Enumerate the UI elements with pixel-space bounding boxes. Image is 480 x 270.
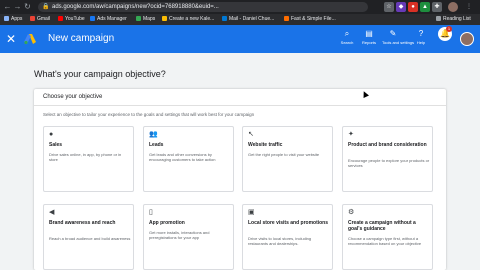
reports-button[interactable]: ▤ Reports [358,28,380,52]
lock-icon: 🔒 [42,4,50,10]
objective-description: Encourage people to explore your product… [348,158,430,168]
profile-avatar[interactable] [448,2,458,12]
megaphone-icon: ◀ [49,209,55,216]
help-icon: ? [418,29,424,38]
google-ads-logo [24,34,36,44]
reports-icon: ▤ [365,29,373,38]
objective-title: Sales [49,142,63,148]
objective-title: Create a campaign without a goal's guida… [348,220,416,232]
sell-tag-icon: ● [49,131,54,138]
tools-button[interactable]: ✎ Tools and settings [382,28,414,52]
objective-description: Get more installs, interactions and prer… [149,230,210,240]
objective-description: Drive sales online, in app, by phone or … [49,152,122,162]
objective-card: Choose your objective Select an objectiv… [34,89,446,270]
extension-icon[interactable]: ● [408,2,418,12]
close-icon[interactable]: ✕ [6,31,16,47]
app-phone-icon: ▯ [149,209,153,216]
divider [34,105,446,106]
leads-people-icon: 👥 [149,131,158,138]
reading-list-icon [436,16,441,22]
back-icon[interactable]: ← [3,2,12,12]
apps-grid-icon [4,16,9,22]
page-title: New campaign [48,33,115,44]
bookmark-youtube[interactable]: YouTube [58,15,85,24]
help-button[interactable]: ? Help [410,28,432,52]
objective-title: Website traffic [248,142,283,148]
objective-website-traffic[interactable]: ↖ Website traffic Get the right people t… [242,126,333,192]
store-icon: ▣ [248,209,255,216]
account-avatar[interactable] [460,32,474,46]
bookmark-file[interactable]: Fast & Simple File... [284,15,336,24]
browser-toolbar: ← → ↻ 🔒 ads.google.com/aw/campaigns/new?… [0,0,480,14]
bookmark-kale[interactable]: Create a new Kale... [162,15,214,24]
objective-description: Drive visits to local stores, including … [248,236,312,246]
search-button[interactable]: ⌕ Search [336,28,358,52]
reading-list[interactable]: Reading List [436,15,471,24]
mail-icon [222,16,227,22]
more-menu-icon[interactable]: ⋮ [464,2,474,12]
puzzle-icon[interactable]: ✚ [432,2,442,12]
objective-title: Leads [149,142,164,148]
wrench-icon: ✎ [389,29,397,38]
url-text: ads.google.com/aw/campaigns/new?ocid=768… [52,4,219,10]
objective-sales[interactable]: ● Sales Drive sales online, in app, by p… [43,126,134,192]
file-icon [284,16,289,22]
extension-icon[interactable]: ◆ [396,2,406,12]
bookmark-apps[interactable]: Apps [4,15,22,24]
gmail-icon [30,16,35,22]
bookmarks-bar: Apps Gmail YouTube Ads Manager Maps Crea… [0,14,480,25]
gear-icon: ⚙ [348,209,355,216]
bookmark-gmail[interactable]: Gmail [30,15,50,24]
bookmark-icon [162,16,167,22]
youtube-icon [58,16,63,22]
objective-title: App promotion [149,220,185,226]
bookmark-mail[interactable]: Mail - Daniel Chue... [222,15,274,24]
sparkle-icon: ✦ [348,131,354,138]
cursor-click-icon: ↖ [248,131,254,138]
card-title: Choose your objective [43,94,103,100]
instruction-text: Select an objective to tailor your exper… [43,112,255,117]
objective-no-goal-guidance[interactable]: ⚙ Create a campaign without a goal's gui… [342,204,433,270]
notification-badge: 1 [446,26,452,32]
objective-app-promotion[interactable]: ▯ App promotion Get more installs, inter… [143,204,234,270]
extension-icon[interactable]: ▲ [420,2,430,12]
star-icon[interactable]: ☆ [384,2,394,12]
objective-description: Get leads and other conversions by encou… [149,152,216,162]
objective-description: Choose a campaign type first, without a … [348,236,422,246]
objective-description: Reach a broad audience and build awarene… [49,236,131,241]
address-bar[interactable]: 🔒 ads.google.com/aw/campaigns/new?ocid=7… [38,2,368,12]
forward-icon[interactable]: → [13,2,22,12]
objective-title: Local store visits and promotions [248,220,329,226]
objective-leads[interactable]: 👥 Leads Get leads and other conversions … [143,126,234,192]
objective-brand-awareness[interactable]: ◀ Brand awareness and reach Reach a broa… [43,204,134,270]
reload-icon[interactable]: ↻ [23,2,32,12]
objective-local-store-visits[interactable]: ▣ Local store visits and promotions Driv… [242,204,333,270]
objective-title: Brand awareness and reach [49,220,116,226]
bookmark-maps[interactable]: Maps [136,15,155,24]
bookmark-ads-manager[interactable]: Ads Manager [90,15,127,24]
maps-icon [136,16,141,22]
app-header: ✕ New campaign ⌕ Search ▤ Reports ✎ Tool… [0,25,480,53]
objective-description: Get the right people to visit your websi… [248,152,320,157]
objective-product-brand-consideration[interactable]: ✦ Product and brand consideration Encour… [342,126,433,192]
objective-question: What's your campaign objective? [34,69,166,79]
objective-title: Product and brand consideration [348,142,427,148]
ads-manager-icon [90,16,95,22]
search-icon: ⌕ [344,29,350,38]
